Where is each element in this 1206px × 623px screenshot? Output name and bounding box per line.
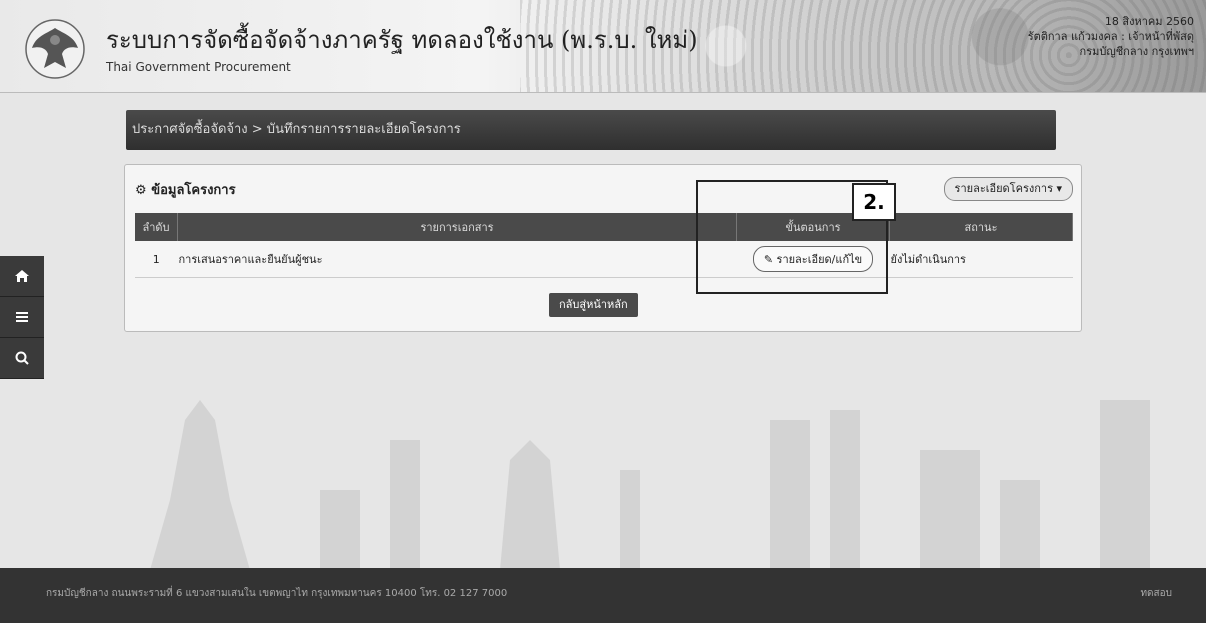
row-status: ยังไม่ดำเนินการ	[889, 241, 1073, 278]
search-button[interactable]	[0, 338, 44, 379]
footer: กรมบัญชีกลาง ถนนพระรามที่ 6 แขวงสามเสนใน…	[0, 568, 1206, 623]
project-heading: ⚙ ข้อมูลโครงการ	[135, 179, 236, 200]
back-home-button[interactable]: กลับสู่หน้าหลัก	[549, 293, 638, 317]
settings-icon: ⚙	[135, 183, 147, 198]
app-subtitle: Thai Government Procurement	[106, 60, 291, 74]
page-title: ประกาศจัดซื้อจัดจ้าง > บันทึกรายการรายละ…	[126, 110, 1056, 150]
project-heading-label: ข้อมูลโครงการ	[151, 183, 236, 198]
annotation-label: 2.	[852, 183, 896, 221]
row-no: 1	[135, 241, 178, 278]
menu-button[interactable]	[0, 297, 44, 338]
home-icon	[15, 270, 29, 282]
current-date: 18 สิงหาคม 2560	[1104, 15, 1194, 28]
skyline-background	[150, 400, 1150, 570]
col-doc: รายการเอกสาร	[177, 213, 737, 241]
garuda-logo	[24, 18, 86, 80]
row-doc: การเสนอราคาและยืนยันผู้ชนะ	[177, 241, 737, 278]
user-info: 18 สิงหาคม 2560 รัตติกาล แก้วมงคล : เจ้า…	[1028, 14, 1194, 59]
sidebar	[0, 256, 44, 379]
home-button[interactable]	[0, 256, 44, 297]
table-header: ลำดับ รายการเอกสาร ขั้นตอนการ สถานะ	[135, 213, 1073, 241]
user-org: กรมบัญชีกลาง กรุงเทพฯ	[1079, 45, 1194, 58]
project-panel: ⚙ ข้อมูลโครงการ รายละเอียดโครงการ ▾ ลำดั…	[124, 164, 1082, 332]
col-status: สถานะ	[889, 213, 1073, 241]
footer-version: ทดสอบ	[1140, 588, 1172, 599]
app-title: ระบบการจัดซื้อจัดจ้างภาครัฐ ทดลองใช้งาน …	[106, 26, 698, 54]
header: ระบบการจัดซื้อจัดจ้างภาครัฐ ทดลองใช้งาน …	[0, 0, 1206, 93]
footer-address: กรมบัญชีกลาง ถนนพระรามที่ 6 แขวงสามเสนใน…	[46, 588, 508, 599]
project-detail-dropdown[interactable]: รายละเอียดโครงการ ▾	[943, 177, 1073, 201]
col-no: ลำดับ	[135, 213, 178, 241]
table-row: 1 การเสนอราคาและยืนยันผู้ชนะ ✎ รายละเอีย…	[135, 241, 1073, 278]
project-table: ลำดับ รายการเอกสาร ขั้นตอนการ สถานะ 1 กา…	[135, 213, 1073, 278]
user-name[interactable]: รัตติกาล แก้วมงคล : เจ้าหน้าที่พัสดุ	[1028, 29, 1194, 44]
menu-icon	[16, 312, 28, 322]
search-icon	[15, 351, 29, 365]
